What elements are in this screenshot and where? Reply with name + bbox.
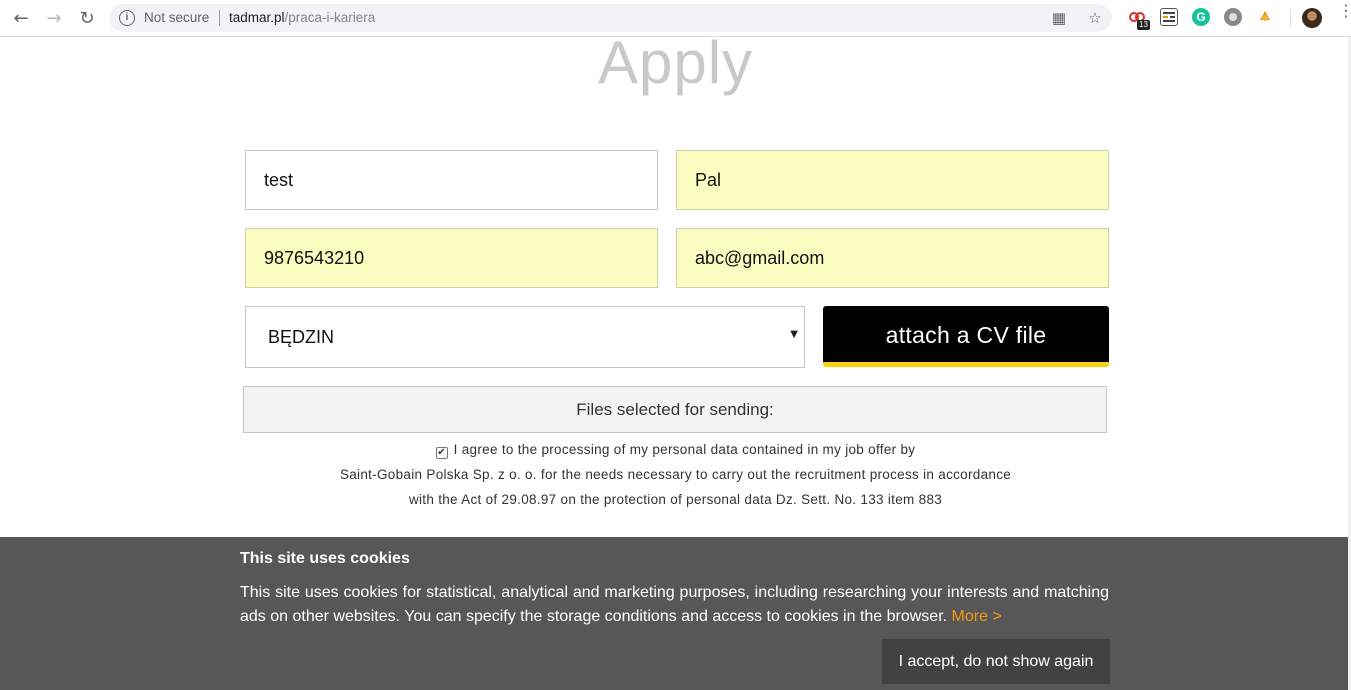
- email-field[interactable]: [676, 228, 1109, 288]
- profile-avatar[interactable]: [1302, 8, 1322, 28]
- url-host: tadmar.pl: [229, 10, 285, 25]
- location-select[interactable]: BĘDZIN ▼: [245, 306, 805, 368]
- extension-gear-icon[interactable]: [1224, 8, 1242, 26]
- last-name-field[interactable]: [676, 150, 1109, 210]
- cookie-title: This site uses cookies: [240, 550, 410, 567]
- consent-line-1-row: ✔ I agree to the processing of my persona…: [0, 442, 1351, 459]
- phone-field[interactable]: [245, 228, 658, 288]
- extension-grid-icon[interactable]: [1160, 8, 1178, 26]
- forward-arrow-icon[interactable]: →: [43, 7, 65, 29]
- first-name-field[interactable]: [245, 150, 658, 210]
- page-title: Apply: [597, 29, 754, 96]
- browser-menu-icon[interactable]: ⋮: [1338, 3, 1351, 19]
- consent-checkbox[interactable]: ✔: [435, 447, 448, 459]
- reload-icon[interactable]: ↻: [76, 7, 98, 29]
- extension-bug-icon[interactable]: [1256, 8, 1274, 26]
- address-separator: [219, 10, 220, 26]
- back-arrow-icon[interactable]: ←: [10, 7, 32, 29]
- url-text[interactable]: tadmar.pl/praca-i-kariera: [229, 10, 375, 25]
- cookie-text-block: This site uses cookies for statistical, …: [240, 581, 1109, 629]
- translate-icon[interactable]: ▦: [1049, 8, 1069, 28]
- info-icon[interactable]: i: [119, 10, 135, 26]
- consent-line-1: I agree to the processing of my personal…: [453, 442, 916, 457]
- consent-line-3: with the Act of 29.08.97 on the protecti…: [408, 492, 943, 507]
- cookie-accept-button[interactable]: I accept, do not show again: [882, 639, 1110, 684]
- dropdown-arrow-icon: ▼: [790, 329, 798, 340]
- cookie-banner: This site uses cookies This site uses co…: [0, 537, 1348, 690]
- attach-cv-button[interactable]: attach a CV file: [823, 306, 1109, 367]
- cookie-more-link[interactable]: More >: [952, 608, 1002, 625]
- location-select-value: BĘDZIN: [268, 327, 335, 347]
- toolbar-separator: [1290, 9, 1291, 27]
- grammarly-icon[interactable]: G: [1192, 8, 1210, 26]
- url-path: /praca-i-kariera: [284, 10, 376, 25]
- bookmark-star-icon[interactable]: ☆: [1085, 8, 1105, 28]
- security-label: Not secure: [144, 10, 210, 25]
- selected-files-area: Files selected for sending:: [243, 386, 1107, 433]
- consent-line-2: Saint-Gobain Polska Sp. z o. o. for the …: [339, 467, 1012, 482]
